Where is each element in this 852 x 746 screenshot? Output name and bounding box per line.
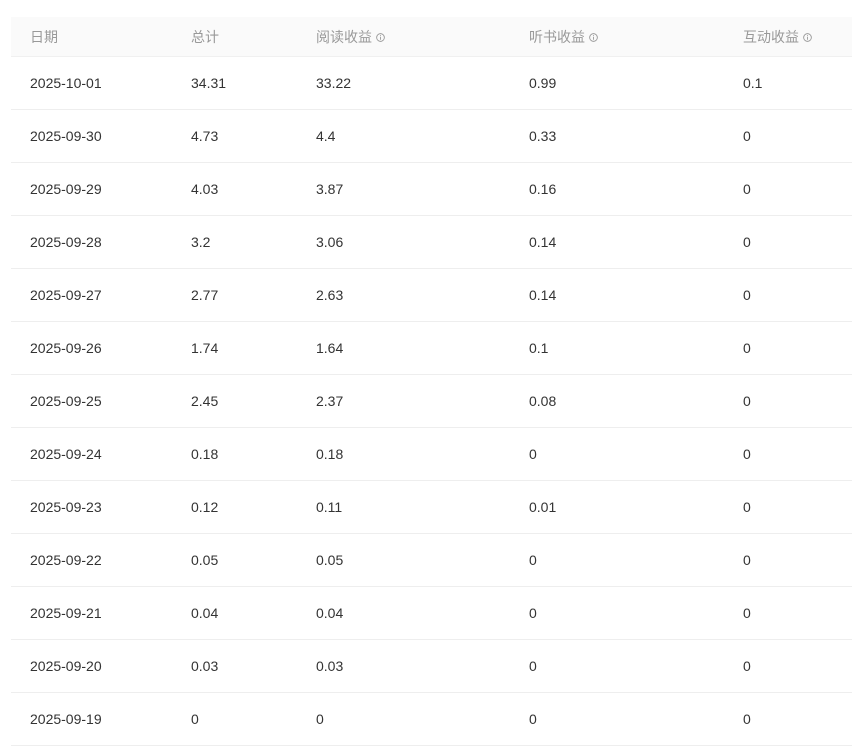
header-date-label: 日期 [30,28,58,45]
cell-reading-income: 33.22 [316,75,352,91]
cell-audiobook-income: 0.99 [529,75,557,91]
cell-interaction-income: 0 [743,446,751,462]
cell-total: 4.03 [191,181,219,197]
cell-date: 2025-10-01 [30,75,102,91]
header-interaction-income: 互动收益 [743,27,852,47]
cell-interaction-income: 0 [743,340,751,356]
cell-interaction-income: 0 [743,605,751,621]
table-row: 2025-09-24 0.18 0.18 0 0 [11,428,852,481]
cell-interaction-income: 0 [743,234,751,250]
cell-reading-income: 0.18 [316,446,344,462]
cell-reading-income: 0.04 [316,605,344,621]
cell-interaction-income: 0 [743,287,751,303]
header-audiobook-income-label: 听书收益 [529,28,585,45]
cell-reading-income: 3.06 [316,234,344,250]
cell-audiobook-income: 0.14 [529,287,557,303]
cell-interaction-income: 0 [743,499,751,515]
cell-total: 0.18 [191,446,219,462]
table-row: 2025-09-22 0.05 0.05 0 0 [11,534,852,587]
cell-total: 0.12 [191,499,219,515]
cell-interaction-income: 0 [743,552,751,568]
cell-reading-income: 4.4 [316,128,336,144]
cell-audiobook-income: 0.08 [529,393,557,409]
info-circle-icon[interactable] [376,33,385,42]
cell-date: 2025-09-30 [30,128,102,144]
cell-date: 2025-09-24 [30,446,102,462]
cell-total: 0.03 [191,658,219,674]
info-circle-icon[interactable] [589,33,598,42]
cell-interaction-income: 0 [743,658,751,674]
header-total-label: 总计 [191,28,219,45]
cell-total: 34.31 [191,75,227,91]
cell-date: 2025-09-23 [30,499,102,515]
cell-interaction-income: 0 [743,128,751,144]
cell-date: 2025-09-21 [30,605,102,621]
cell-total: 2.77 [191,287,219,303]
earnings-table: 日期 总计 阅读收益 听书收益 互动收益 2025-10-01 34.31 33… [11,17,852,746]
header-interaction-income-label: 互动收益 [743,28,799,45]
cell-date: 2025-09-27 [30,287,102,303]
cell-total: 2.45 [191,393,219,409]
cell-audiobook-income: 0 [529,605,537,621]
cell-audiobook-income: 0.1 [529,340,549,356]
table-row: 2025-09-28 3.2 3.06 0.14 0 [11,216,852,269]
cell-reading-income: 2.63 [316,287,344,303]
cell-audiobook-income: 0.01 [529,499,557,515]
cell-total: 4.73 [191,128,219,144]
header-reading-income-label: 阅读收益 [316,28,372,45]
table-header-row: 日期 总计 阅读收益 听书收益 互动收益 [11,17,852,57]
cell-reading-income: 3.87 [316,181,344,197]
cell-interaction-income: 0 [743,711,751,727]
cell-audiobook-income: 0.33 [529,128,557,144]
cell-date: 2025-09-22 [30,552,102,568]
cell-interaction-income: 0 [743,393,751,409]
table-row: 2025-09-23 0.12 0.11 0.01 0 [11,481,852,534]
cell-date: 2025-09-19 [30,711,102,727]
table-row: 2025-09-21 0.04 0.04 0 0 [11,587,852,640]
table-row: 2025-09-27 2.77 2.63 0.14 0 [11,269,852,322]
cell-total: 1.74 [191,340,219,356]
table-row: 2025-09-20 0.03 0.03 0 0 [11,640,852,693]
table-row: 2025-10-01 34.31 33.22 0.99 0.1 [11,57,852,110]
cell-total: 0 [191,711,199,727]
cell-reading-income: 1.64 [316,340,344,356]
cell-reading-income: 0 [316,711,324,727]
header-reading-income: 阅读收益 [316,27,529,47]
cell-interaction-income: 0 [743,181,751,197]
header-total: 总计 [191,27,316,47]
cell-date: 2025-09-26 [30,340,102,356]
table-row: 2025-09-19 0 0 0 0 [11,693,852,746]
cell-reading-income: 0.05 [316,552,344,568]
cell-date: 2025-09-29 [30,181,102,197]
table-row: 2025-09-26 1.74 1.64 0.1 0 [11,322,852,375]
cell-total: 0.04 [191,605,219,621]
cell-audiobook-income: 0 [529,658,537,674]
cell-date: 2025-09-25 [30,393,102,409]
table-row: 2025-09-25 2.45 2.37 0.08 0 [11,375,852,428]
cell-interaction-income: 0.1 [743,75,763,91]
cell-total: 3.2 [191,234,211,250]
cell-date: 2025-09-28 [30,234,102,250]
header-date: 日期 [11,27,191,47]
cell-total: 0.05 [191,552,219,568]
cell-audiobook-income: 0 [529,446,537,462]
cell-audiobook-income: 0.14 [529,234,557,250]
cell-audiobook-income: 0.16 [529,181,557,197]
cell-audiobook-income: 0 [529,552,537,568]
table-row: 2025-09-30 4.73 4.4 0.33 0 [11,110,852,163]
cell-reading-income: 0.11 [316,499,343,515]
cell-date: 2025-09-20 [30,658,102,674]
header-audiobook-income: 听书收益 [529,27,743,47]
info-circle-icon[interactable] [803,33,812,42]
cell-audiobook-income: 0 [529,711,537,727]
cell-reading-income: 0.03 [316,658,344,674]
table-row: 2025-09-29 4.03 3.87 0.16 0 [11,163,852,216]
cell-reading-income: 2.37 [316,393,344,409]
